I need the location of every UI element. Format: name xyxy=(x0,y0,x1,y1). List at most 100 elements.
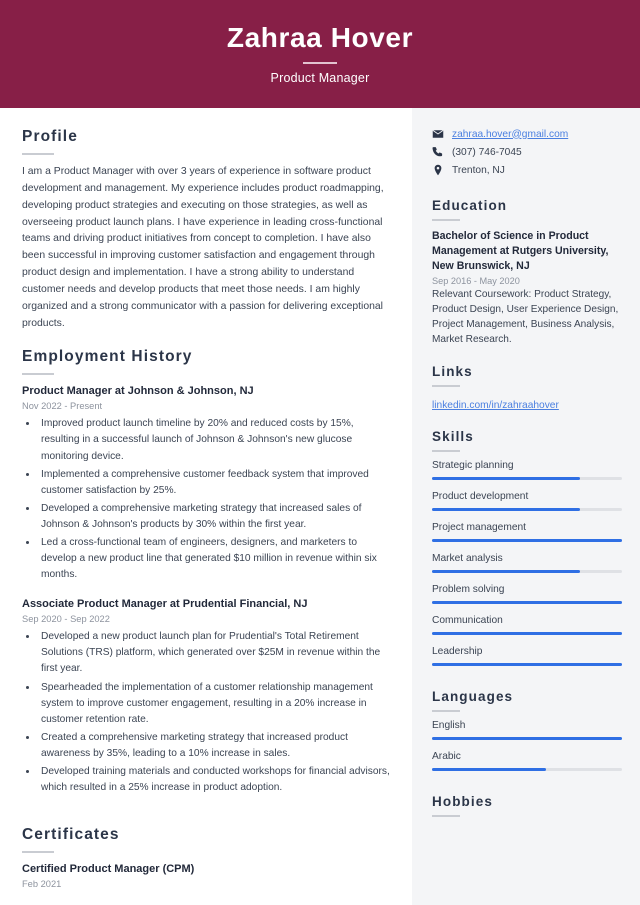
skill-label: Project management xyxy=(432,521,527,533)
certificate-title: Certified Product Manager (CPM) xyxy=(22,863,195,876)
skills-heading: Skills xyxy=(432,428,474,444)
skill-label: Communication xyxy=(432,614,503,626)
main-column: Profile I am a Product Manager with over… xyxy=(0,108,412,905)
certificate-date: Feb 2021 xyxy=(22,879,62,890)
skill-track xyxy=(432,569,622,573)
resume-header: Zahraa Hover Product Manager xyxy=(0,0,640,108)
job-bullet: Improved product launch timeline by 20% … xyxy=(38,416,390,464)
skill-track xyxy=(432,631,622,635)
links-divider xyxy=(432,384,460,387)
skill-track xyxy=(432,662,622,666)
language-item: Arabic xyxy=(432,751,622,771)
contact-phone-row: (307) 746-7045 xyxy=(432,146,622,158)
employment-divider xyxy=(22,373,54,376)
section-hobbies: Hobbies xyxy=(432,794,622,817)
job-bullet: Spearheaded the implementation of a cust… xyxy=(38,680,390,728)
skill-fill xyxy=(432,600,622,604)
skills-divider xyxy=(432,449,460,452)
skill-fill xyxy=(432,662,622,666)
education-degree: Bachelor of Science in Product Managemen… xyxy=(432,230,609,273)
section-profile: Profile I am a Product Manager with over… xyxy=(22,128,390,332)
contact-email-row[interactable]: zahraa.hover@gmail.com xyxy=(432,128,622,140)
phone-icon xyxy=(432,146,444,158)
email-link[interactable]: zahraa.hover@gmail.com xyxy=(452,129,568,140)
section-skills: Skills Strategic planning Product develo… xyxy=(432,429,622,666)
skill-item: Problem solving xyxy=(432,584,622,604)
links-heading: Links xyxy=(432,363,473,379)
section-employment-history: Employment History Product Manager at Jo… xyxy=(22,348,390,796)
languages-divider xyxy=(432,709,460,712)
resume-page: Zahraa Hover Product Manager Profile I a… xyxy=(0,0,640,905)
skill-fill xyxy=(432,538,622,542)
job-bullet: Implemented a comprehensive customer fee… xyxy=(38,467,390,499)
skill-item: Product development xyxy=(432,491,622,511)
section-languages: Languages English Arabic xyxy=(432,689,622,771)
map-pin-icon xyxy=(432,164,444,176)
skill-fill xyxy=(432,631,622,635)
phone-value: (307) 746-7045 xyxy=(452,146,522,158)
education-date: Sep 2016 - May 2020 xyxy=(432,276,520,287)
section-links: Links linkedin.com/in/zahraahover xyxy=(432,364,622,413)
candidate-name: Zahraa Hover xyxy=(226,21,414,53)
skill-label: Leadership xyxy=(432,645,483,657)
skill-track xyxy=(432,538,622,542)
profile-text: I am a Product Manager with over 3 years… xyxy=(22,166,384,329)
skill-label: Product development xyxy=(432,490,529,502)
languages-heading: Languages xyxy=(432,688,514,704)
job-bullet: Developed a comprehensive marketing stra… xyxy=(38,501,390,533)
language-track xyxy=(432,767,622,771)
job-bullet: Developed training materials and conduct… xyxy=(38,764,390,796)
employment-entry: Associate Product Manager at Prudential … xyxy=(22,597,390,796)
job-title: Associate Product Manager at Prudential … xyxy=(22,598,308,611)
language-label: English xyxy=(432,719,466,731)
skill-label: Problem solving xyxy=(432,583,505,595)
header-divider xyxy=(303,62,337,65)
skill-track xyxy=(432,600,622,604)
job-bullet: Created a comprehensive marketing strate… xyxy=(38,730,390,762)
candidate-job-title: Product Manager xyxy=(270,71,370,86)
job-bullet: Led a cross-functional team of engineers… xyxy=(38,535,390,583)
skill-label: Strategic planning xyxy=(432,459,514,471)
skill-fill xyxy=(432,507,581,511)
language-label: Arabic xyxy=(432,750,461,762)
job-title: Product Manager at Johnson & Johnson, NJ xyxy=(22,385,254,398)
skill-item: Strategic planning xyxy=(432,460,622,480)
education-heading: Education xyxy=(432,198,508,213)
skill-item: Leadership xyxy=(432,646,622,666)
location-value: Trenton, NJ xyxy=(452,164,505,176)
certificates-divider xyxy=(22,851,54,854)
envelope-icon xyxy=(432,128,444,140)
job-date: Sep 2020 - Sep 2022 xyxy=(22,614,110,625)
skill-item: Market analysis xyxy=(432,553,622,573)
language-fill xyxy=(432,767,546,771)
sidebar-column: zahraa.hover@gmail.com (307) 746-7045 Tr… xyxy=(412,108,640,905)
skill-fill xyxy=(432,476,581,480)
skill-track xyxy=(432,476,622,480)
job-bullet-list: Developed a new product launch plan for … xyxy=(38,629,390,796)
section-certificates: Certificates Certified Product Manager (… xyxy=(22,826,390,905)
skill-item: Project management xyxy=(432,522,622,542)
job-date: Nov 2022 - Present xyxy=(22,401,103,412)
contact-location-row: Trenton, NJ xyxy=(432,164,622,176)
skill-fill xyxy=(432,569,581,573)
hobbies-heading: Hobbies xyxy=(432,793,493,809)
job-bullet-list: Improved product launch timeline by 20% … xyxy=(38,416,390,583)
contact-block: zahraa.hover@gmail.com (307) 746-7045 Tr… xyxy=(432,128,622,176)
linkedin-link[interactable]: linkedin.com/in/zahraahover xyxy=(432,400,559,411)
hobbies-divider xyxy=(432,814,460,817)
employment-heading: Employment History xyxy=(22,348,193,366)
section-education: Education Bachelor of Science in Product… xyxy=(432,198,622,348)
certificates-heading: Certificates xyxy=(22,826,120,844)
employment-entry: Product Manager at Johnson & Johnson, NJ… xyxy=(22,384,390,583)
certificate-entry: Certified Product Manager (CPM) Feb 2021 xyxy=(22,862,390,889)
language-fill xyxy=(432,736,622,740)
language-item: English xyxy=(432,720,622,740)
profile-divider xyxy=(22,153,54,155)
job-bullet: Developed a new product launch plan for … xyxy=(38,629,390,677)
education-divider xyxy=(432,219,460,221)
